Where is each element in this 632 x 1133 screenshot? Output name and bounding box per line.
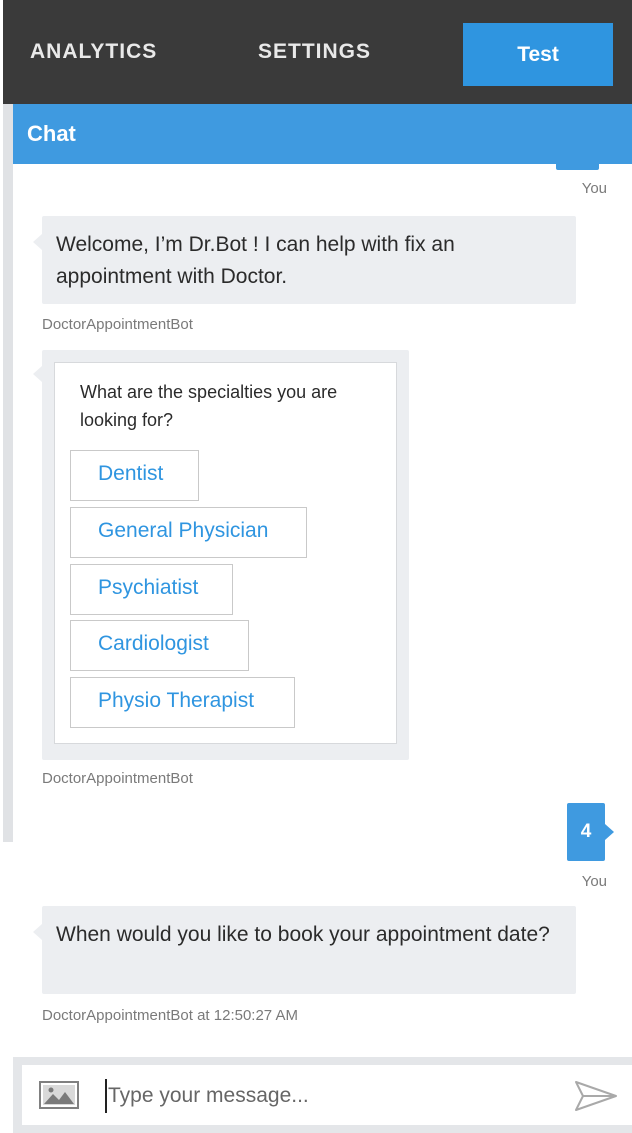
user-message-bubble: 4 <box>567 803 614 861</box>
image-upload-icon[interactable] <box>39 1081 79 1109</box>
message-sender: You <box>581 873 607 890</box>
hero-card: What are the specialties you are looking… <box>54 362 397 744</box>
chat-header-title: Chat <box>13 104 632 164</box>
message-sender: DoctorAppointmentBot <box>42 316 193 333</box>
choice-dentist-button[interactable]: Dentist <box>70 450 199 501</box>
message-sender: You <box>581 180 607 197</box>
message-sender: DoctorAppointmentBot <box>42 770 193 787</box>
message-input[interactable] <box>108 1077 548 1115</box>
choice-psychiatist-button[interactable]: Psychiatist <box>70 564 233 615</box>
bot-message-bubble: Welcome, I’m Dr.Bot ! I can help with fi… <box>33 216 576 304</box>
text-cursor <box>105 1079 107 1113</box>
send-arrow-icon[interactable] <box>574 1080 618 1112</box>
left-divider <box>3 104 13 842</box>
tab-settings[interactable]: SETTINGS <box>258 40 371 64</box>
choice-general-physician-button[interactable]: General Physician <box>70 507 307 558</box>
message-sender: DoctorAppointmentBot at 12:50:27 AM <box>42 1007 298 1024</box>
message-input-bar <box>13 1057 632 1133</box>
message-input-box <box>22 1065 632 1125</box>
bot-choice-card: What are the specialties you are looking… <box>33 350 409 760</box>
bot-message-bubble: When would you like to book your appoint… <box>33 906 576 994</box>
choice-cardiologist-button[interactable]: Cardiologist <box>70 620 249 671</box>
chat-history[interactable]: You Welcome, I’m Dr.Bot ! I can help wit… <box>13 164 632 1057</box>
tab-analytics[interactable]: ANALYTICS <box>30 40 157 64</box>
card-question: What are the specialties you are looking… <box>80 382 338 430</box>
test-button[interactable]: Test <box>463 23 613 86</box>
user-message-bubble-partial <box>556 164 599 170</box>
choice-physio-therapist-button[interactable]: Physio Therapist <box>70 677 295 728</box>
top-nav-bar: ANALYTICS SETTINGS Test <box>3 0 632 104</box>
